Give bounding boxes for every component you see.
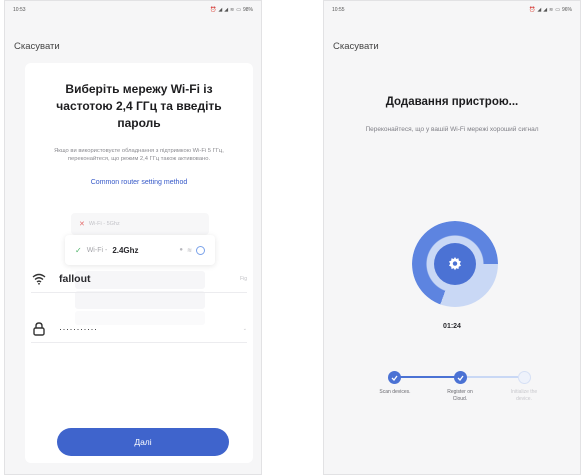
wifi-name-value: fallout <box>59 272 91 285</box>
page-title: Додавання пристрою... <box>385 96 519 108</box>
cancel-button[interactable]: Скасувати <box>14 41 60 52</box>
status-icons: ⏰ ◢ ◢ ≋ ▭ 96% <box>529 7 572 13</box>
wifi-row-24ghz: ✓ Wi-Fi - 2.4Ghz ● ≋ <box>65 235 215 265</box>
lock-icon <box>31 321 47 337</box>
password-field[interactable]: ··········· ⌄ <box>31 315 247 343</box>
battery-icon: ▭ <box>236 7 241 13</box>
battery-level: 96% <box>561 7 572 13</box>
wifi-name-field[interactable]: fallout Fig <box>31 265 247 293</box>
battery-level: 98% <box>242 7 253 13</box>
progress-ring <box>412 221 498 307</box>
check-icon <box>454 371 467 384</box>
lock-icon: ● <box>179 247 183 253</box>
cancel-button[interactable]: Скасувати <box>333 41 379 52</box>
wifi-row-5ghz: ✕ Wi-Fi - 5Ghz <box>71 213 209 235</box>
pending-step-dot <box>518 371 531 384</box>
adding-device-screen: 10:55 ⏰ ◢ ◢ ≋ ▭ 96% Скасувати Додавання … <box>323 0 581 475</box>
signal-icon: ◢ <box>543 7 548 13</box>
wifi-setup-screen: 10:53 ⏰ ◢ ◢ ≋ ▭ 98% Скасувати Виберіть м… <box>4 0 262 475</box>
wifi-icon: ≋ <box>186 247 192 254</box>
step-label: Scan devices. <box>379 389 411 395</box>
eye-icon[interactable]: ⌄ <box>243 326 247 332</box>
change-network-button[interactable]: Fig <box>240 276 247 282</box>
wifi-row-placeholder <box>75 291 205 309</box>
gear-icon <box>449 257 461 271</box>
wifi-icon <box>31 271 47 287</box>
status-bar: 10:53 ⏰ ◢ ◢ ≋ ▭ 98% <box>5 1 261 19</box>
step-label: Register on Cloud. <box>447 389 473 402</box>
step-connector <box>398 376 458 378</box>
wifi-card: Виберіть мережу Wi-Fi із частотою 2,4 ГГ… <box>25 63 253 463</box>
wifi-row-band: 2.4Ghz <box>112 245 139 255</box>
page-title: Виберіть мережу Wi-Fi із частотою 2,4 ГГ… <box>56 82 222 130</box>
step-connector <box>463 376 518 378</box>
subtitle: Переконайтеся, що у вашій Wi-Fi мережі х… <box>365 126 539 133</box>
signal-icon: ◢ <box>218 7 223 13</box>
signal-icon: ◢ <box>537 7 542 13</box>
check-icon <box>388 371 401 384</box>
alarm-icon: ⏰ <box>529 7 536 13</box>
status-time: 10:53 <box>13 7 26 13</box>
step-label: Initialize the device. <box>510 389 538 402</box>
battery-icon: ▭ <box>555 7 560 13</box>
hint-text: Якщо ви використовуєте обладнання з підт… <box>54 148 224 162</box>
progress-steps: Scan devices. Register on Cloud. Initial… <box>374 371 540 411</box>
timer: 01:24 <box>443 323 461 330</box>
alarm-icon: ⏰ <box>210 7 217 13</box>
status-icons: ⏰ ◢ ◢ ≋ ▭ 98% <box>210 7 253 13</box>
status-time: 10:55 <box>332 7 345 13</box>
close-icon: ✕ <box>79 221 85 228</box>
next-button[interactable]: Далі <box>57 428 229 456</box>
wifi-icon: ≋ <box>549 7 554 13</box>
router-setting-link[interactable]: Common router setting method <box>25 179 253 186</box>
wifi-row-prefix: Wi-Fi - <box>86 246 108 254</box>
password-value: ··········· <box>59 323 98 334</box>
progress-ring-center <box>434 243 476 285</box>
status-bar: 10:55 ⏰ ◢ ◢ ≋ ▭ 96% <box>324 1 580 19</box>
wifi-row-5ghz-label: Wi-Fi - 5Ghz <box>88 221 120 227</box>
check-icon: ✓ <box>75 245 82 255</box>
wifi-icon: ≋ <box>230 7 235 13</box>
info-icon <box>196 245 205 255</box>
signal-icon: ◢ <box>224 7 229 13</box>
